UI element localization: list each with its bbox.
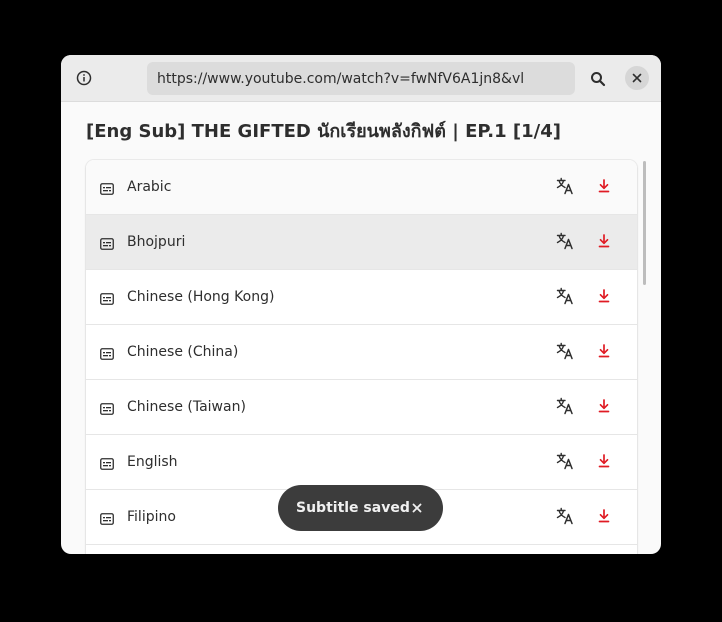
- window-close-button[interactable]: [625, 66, 649, 90]
- subtitle-row[interactable]: English: [86, 435, 637, 490]
- translate-icon: [556, 397, 573, 415]
- search-button[interactable]: [584, 65, 612, 93]
- download-icon: [598, 179, 610, 193]
- subtitle-language-label: Arabic: [127, 179, 172, 195]
- info-circle-icon: [76, 70, 92, 86]
- translate-icon: [556, 287, 573, 305]
- subtitle-row[interactable]: Chinese (Hong Kong): [86, 270, 637, 325]
- subtitle-row[interactable]: Arabic: [86, 160, 637, 215]
- close-icon: [632, 73, 642, 83]
- download-button[interactable]: [597, 288, 615, 306]
- download-icon: [598, 344, 610, 358]
- subtitles-icon: [100, 180, 116, 195]
- translate-icon: [556, 507, 573, 525]
- translate-button[interactable]: [556, 177, 576, 197]
- download-icon: [598, 454, 610, 468]
- translate-button[interactable]: [556, 397, 576, 417]
- subtitles-icon: [100, 345, 116, 360]
- download-icon: [598, 509, 610, 523]
- subtitle-row[interactable]: [86, 545, 637, 554]
- translate-icon: [556, 232, 573, 250]
- subtitle-language-label: Chinese (China): [127, 344, 239, 360]
- translate-button[interactable]: [556, 342, 576, 362]
- translate-icon: [556, 452, 573, 470]
- toast: Subtitle saved: [278, 485, 443, 531]
- translate-button[interactable]: [556, 232, 576, 252]
- translate-icon: [556, 177, 573, 195]
- video-title: [Eng Sub] THE GIFTED นักเรียนพลังกิฟต์ |…: [86, 121, 561, 142]
- subtitles-icon: [100, 400, 116, 415]
- subtitle-language-label: Bhojpuri: [127, 234, 186, 250]
- translate-button[interactable]: [556, 452, 576, 472]
- subtitle-row[interactable]: Chinese (Taiwan): [86, 380, 637, 435]
- download-button[interactable]: [597, 343, 615, 361]
- subtitle-language-label: English: [127, 454, 178, 470]
- subtitles-icon: [100, 455, 116, 470]
- subtitle-language-label: Filipino: [127, 509, 176, 525]
- download-icon: [598, 234, 610, 248]
- download-button[interactable]: [597, 453, 615, 471]
- translate-button[interactable]: [556, 507, 576, 527]
- subtitle-language-label: Chinese (Taiwan): [127, 399, 246, 415]
- translate-icon: [556, 342, 573, 360]
- subtitles-icon: [100, 290, 116, 305]
- subtitle-row[interactable]: Chinese (China): [86, 325, 637, 380]
- subtitles-icon: [100, 235, 116, 250]
- close-icon: [412, 503, 422, 513]
- header-bar: https://www.youtube.com/watch?v=fwNfV6A1…: [61, 55, 661, 102]
- info-button[interactable]: [71, 65, 97, 91]
- toast-label: Subtitle saved: [296, 500, 410, 516]
- url-input[interactable]: https://www.youtube.com/watch?v=fwNfV6A1…: [147, 62, 575, 95]
- download-button[interactable]: [597, 508, 615, 526]
- toast-close-button[interactable]: [409, 500, 425, 516]
- subtitle-language-label: Chinese (Hong Kong): [127, 289, 275, 305]
- search-icon: [591, 72, 606, 87]
- url-text: https://www.youtube.com/watch?v=fwNfV6A1…: [157, 70, 525, 87]
- download-icon: [598, 289, 610, 303]
- app-window: https://www.youtube.com/watch?v=fwNfV6A1…: [61, 55, 661, 554]
- subtitle-row[interactable]: Bhojpuri: [86, 215, 637, 270]
- download-button[interactable]: [597, 398, 615, 416]
- scrollbar[interactable]: [643, 161, 646, 285]
- download-button[interactable]: [597, 233, 615, 251]
- download-icon: [598, 399, 610, 413]
- download-button[interactable]: [597, 178, 615, 196]
- subtitles-icon: [100, 510, 116, 525]
- translate-button[interactable]: [556, 287, 576, 307]
